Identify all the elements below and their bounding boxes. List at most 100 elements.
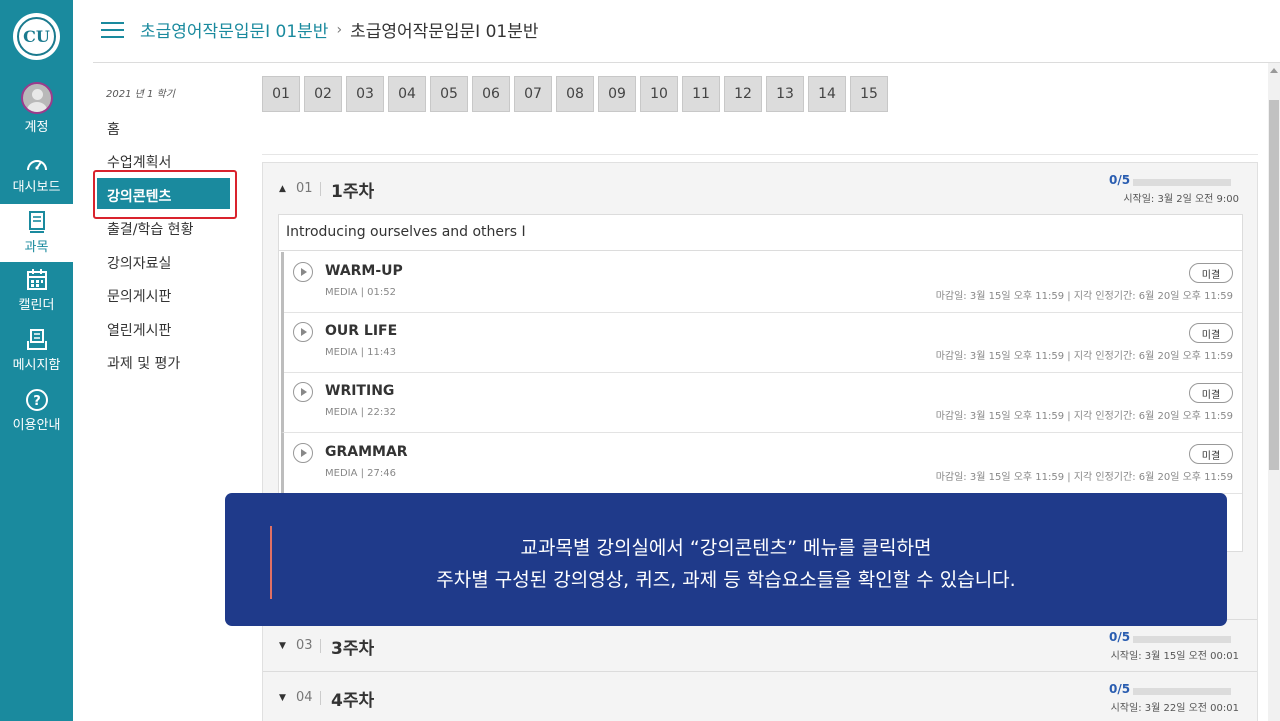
week-button-03[interactable]: 03: [346, 76, 384, 112]
content-item-due: 마감일: 3월 15일 오후 11:59 | 지각 인정기간: 6월 20일 오…: [935, 351, 1233, 362]
week-start-date: 시작일: 3월 22일 오전 00:01: [1110, 703, 1239, 714]
week-number: 04: [296, 690, 313, 705]
header-divider: [93, 62, 1280, 63]
week-button-08[interactable]: 08: [556, 76, 594, 112]
week-button-02[interactable]: 02: [304, 76, 342, 112]
status-badge: 미결: [1189, 263, 1233, 283]
guide-notice: 교과목별 강의실에서 “강의콘텐츠” 메뉴를 클릭하면 주차별 구성된 강의영상…: [225, 493, 1227, 626]
week-number: 03: [296, 638, 313, 653]
courses-icon: [28, 211, 45, 233]
account-avatar: [20, 82, 53, 114]
university-logo[interactable]: CU: [13, 13, 60, 60]
nav-help[interactable]: ? 이용안내: [0, 388, 73, 433]
progress-count: 0/5: [1109, 173, 1131, 187]
week-header[interactable]: ▲ 01 1주차 0/5 시작일: 3월 2일 오전 9:00: [263, 163, 1257, 215]
term-label: 2021 년 1 학기: [106, 89, 175, 100]
week-progress: 0/5: [1109, 630, 1239, 644]
panel-top-divider: [262, 154, 1258, 155]
week-button-15[interactable]: 15: [850, 76, 888, 112]
status-badge: 미결: [1189, 383, 1233, 403]
content-item: WARM-UP MEDIA | 01:52 미결 마감일: 3월 15일 오후 …: [281, 252, 1242, 313]
content-item-due: 마감일: 3월 15일 오후 11:59 | 지각 인정기간: 6월 20일 오…: [935, 291, 1233, 302]
nav-courses[interactable]: 과목: [0, 204, 73, 262]
status-badge: 미결: [1189, 444, 1233, 464]
play-icon[interactable]: [293, 382, 313, 402]
nav-inbox-label: 메시지함: [12, 358, 61, 373]
progress-bar: [1133, 688, 1231, 695]
week-button-12[interactable]: 12: [724, 76, 762, 112]
nav-dashboard[interactable]: 대시보드: [0, 152, 73, 204]
breadcrumb-separator: ›: [336, 21, 343, 38]
course-nav-attendance[interactable]: 출결/학습 현황: [107, 219, 193, 239]
dashboard-icon: [26, 160, 47, 171]
content-item-title[interactable]: OUR LIFE: [325, 323, 397, 339]
content-item-title[interactable]: WARM-UP: [325, 263, 403, 279]
collapse-icon[interactable]: ▲: [279, 184, 286, 194]
content-item: GRAMMAR MEDIA | 27:46 미결 마감일: 3월 15일 오후 …: [281, 433, 1242, 494]
progress-count: 0/5: [1109, 682, 1131, 696]
status-badge: 미결: [1189, 323, 1233, 343]
nav-courses-label: 과목: [24, 240, 49, 255]
week-start-date: 시작일: 3월 2일 오전 9:00: [1123, 194, 1239, 205]
course-nav-open-board[interactable]: 열린게시판: [107, 320, 171, 340]
week-header[interactable]: ▼ 03 3주차 0/5 시작일: 3월 15일 오전 00:01: [263, 620, 1257, 672]
play-icon[interactable]: [293, 262, 313, 282]
expand-icon[interactable]: ▼: [279, 693, 286, 703]
course-nav-assignments[interactable]: 과제 및 평가: [107, 353, 180, 373]
play-icon[interactable]: [293, 443, 313, 463]
scrollbar-thumb[interactable]: [1269, 100, 1279, 470]
week-number-divider: [320, 691, 321, 705]
highlight-frame: [93, 170, 237, 219]
content-item-meta: MEDIA | 01:52: [325, 287, 396, 298]
menu-toggle-icon[interactable]: [101, 22, 124, 38]
logo-mark: CU: [17, 17, 56, 56]
notice-line-1: 교과목별 강의실에서 “강의콘텐츠” 메뉴를 클릭하면: [520, 537, 932, 559]
week-progress: 0/5: [1109, 682, 1239, 696]
content-item-meta: MEDIA | 22:32: [325, 407, 396, 418]
week-title: 1주차: [331, 182, 375, 202]
course-nav-syllabus[interactable]: 수업계획서: [107, 152, 171, 172]
week-button-09[interactable]: 09: [598, 76, 636, 112]
week-button-14[interactable]: 14: [808, 76, 846, 112]
svg-text:?: ?: [33, 394, 41, 409]
expand-icon[interactable]: ▼: [279, 641, 286, 651]
calendar-icon: [26, 269, 47, 290]
content-item-meta: MEDIA | 27:46: [325, 468, 396, 479]
week-button-06[interactable]: 06: [472, 76, 510, 112]
nav-dashboard-label: 대시보드: [12, 180, 61, 195]
content-item-meta: MEDIA | 11:43: [325, 347, 396, 358]
notice-line-2: 주차별 구성된 강의영상, 퀴즈, 과제 등 학습요소들을 확인할 수 있습니다…: [436, 569, 1016, 591]
progress-bar: [1133, 636, 1231, 643]
week-header[interactable]: ▼ 04 4주차 0/5 시작일: 3월 22일 오전 00:01: [263, 672, 1257, 721]
breadcrumb-course-link[interactable]: 초급영어작문입문Ⅰ 01분반: [140, 17, 328, 42]
content-item-title[interactable]: WRITING: [325, 383, 394, 399]
nav-inbox[interactable]: 메시지함: [0, 328, 73, 373]
scroll-up-arrow-icon[interactable]: [1270, 68, 1278, 73]
week-button-05[interactable]: 05: [430, 76, 468, 112]
content-item-due: 마감일: 3월 15일 오후 11:59 | 지각 인정기간: 6월 20일 오…: [935, 411, 1233, 422]
week-button-bar: 01 02 03 04 05 06 07 08 09 10 11 12 13 14 15: [262, 76, 888, 112]
course-nav-qna-board[interactable]: 문의게시판: [107, 286, 171, 306]
play-icon[interactable]: [293, 322, 313, 342]
week-button-10[interactable]: 10: [640, 76, 678, 112]
nav-account[interactable]: 계정: [0, 82, 73, 135]
section-title-divider: [279, 250, 1242, 251]
week-number-divider: [320, 182, 321, 196]
week-button-01[interactable]: 01: [262, 76, 300, 112]
progress-bar: [1133, 179, 1231, 186]
week-button-04[interactable]: 04: [388, 76, 426, 112]
course-nav-home[interactable]: 홈: [107, 119, 120, 139]
inbox-icon: [26, 329, 47, 350]
global-nav: CU 계정 대시보드 과목 캘린더 메시지함 ? 이용안내: [0, 0, 73, 721]
week-button-13[interactable]: 13: [766, 76, 804, 112]
week-number: 01: [296, 181, 313, 196]
week-number-divider: [320, 639, 321, 653]
nav-calendar[interactable]: 캘린더: [0, 268, 73, 313]
progress-count: 0/5: [1109, 630, 1131, 644]
course-nav-materials[interactable]: 강의자료실: [107, 253, 171, 273]
week-button-07[interactable]: 07: [514, 76, 552, 112]
content-item-due: 마감일: 3월 15일 오후 11:59 | 지각 인정기간: 6월 20일 오…: [935, 472, 1233, 483]
content-item: OUR LIFE MEDIA | 11:43 미결 마감일: 3월 15일 오후…: [281, 312, 1242, 373]
week-button-11[interactable]: 11: [682, 76, 720, 112]
content-item-title[interactable]: GRAMMAR: [325, 444, 408, 460]
